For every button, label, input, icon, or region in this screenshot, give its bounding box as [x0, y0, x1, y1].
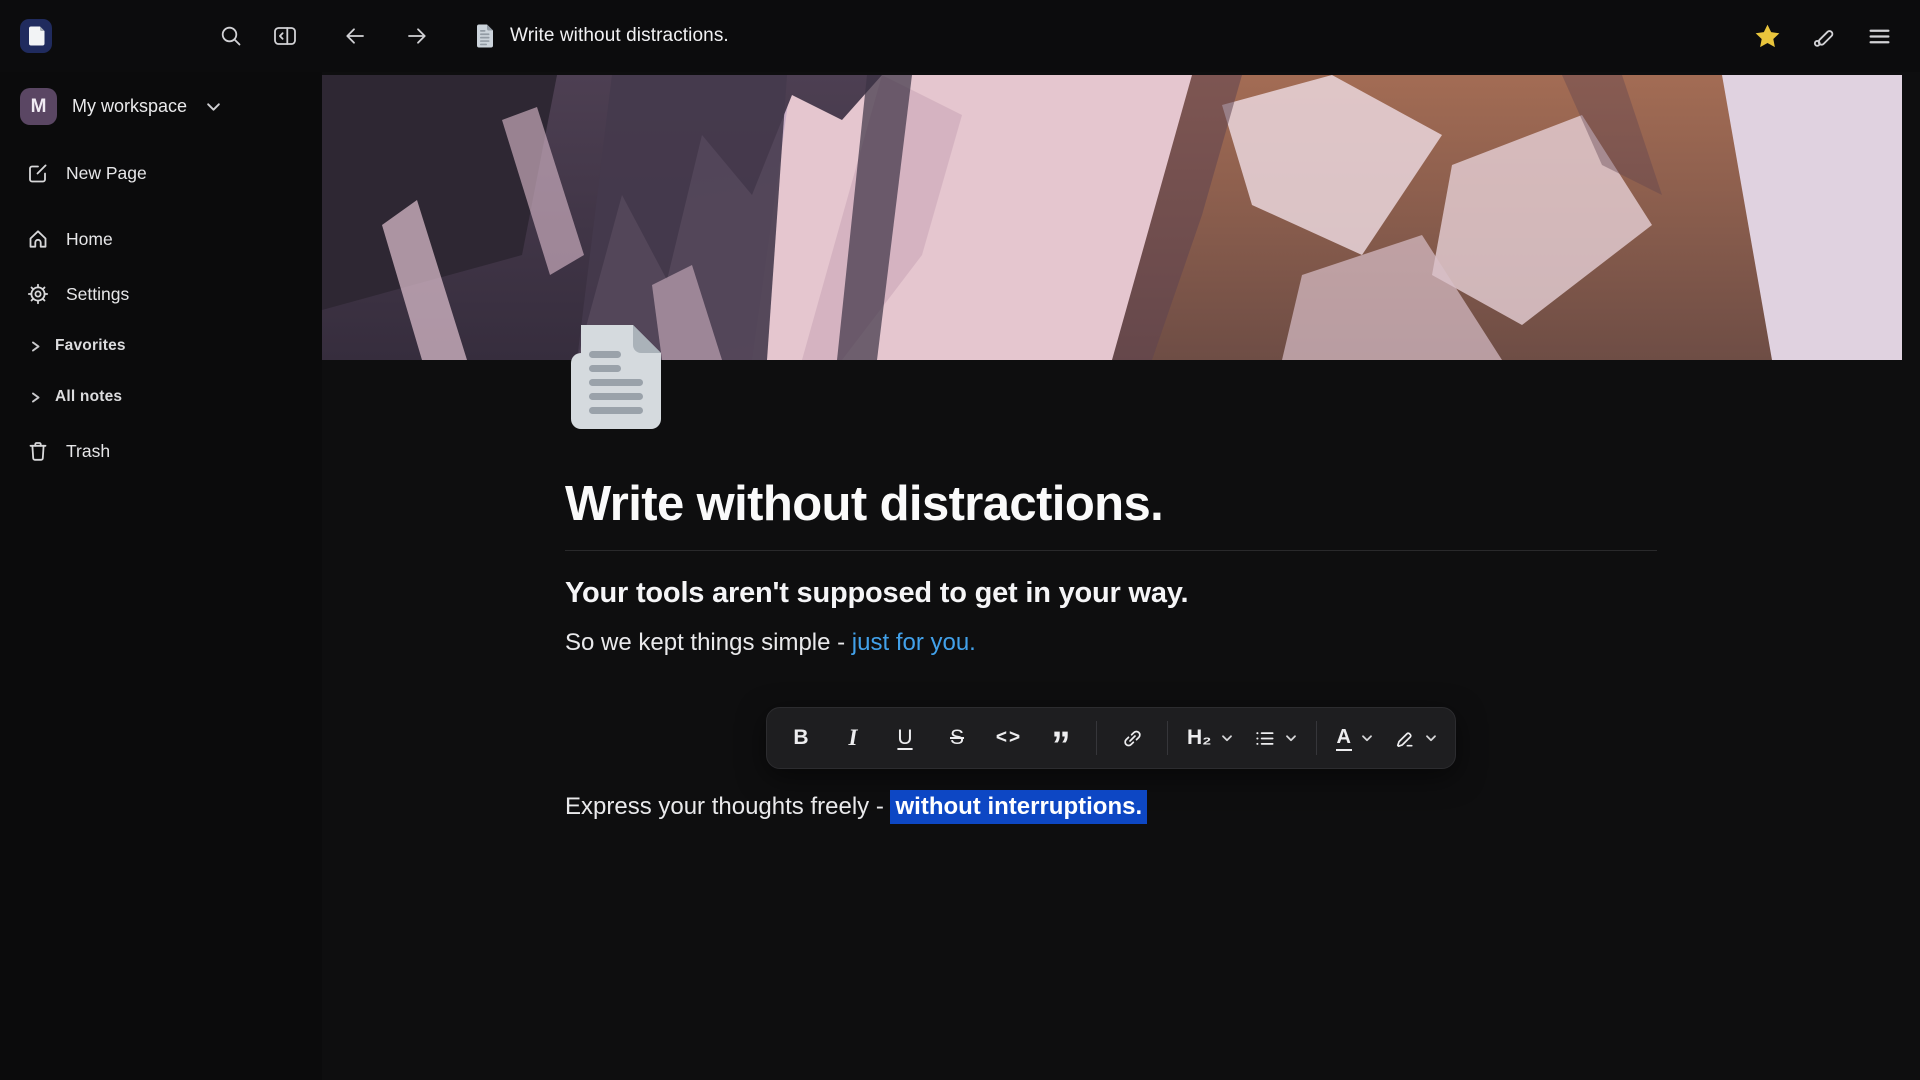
link-button[interactable]: [1108, 716, 1156, 760]
topbar-title: Write without distractions.: [510, 25, 729, 47]
sidebar-section-label: All notes: [55, 388, 122, 406]
back-button[interactable]: [336, 17, 374, 55]
strikethrough-label: S: [950, 726, 964, 750]
workspace-avatar: M: [20, 88, 57, 125]
forward-button[interactable]: [398, 17, 436, 55]
page-paragraph[interactable]: So we kept things simple - just for you.: [565, 629, 1657, 657]
blockquote-button[interactable]: ”: [1037, 716, 1085, 760]
heading-label: H₂: [1187, 726, 1212, 750]
app-logo-page-icon: [28, 26, 45, 46]
list-dropdown[interactable]: [1245, 716, 1305, 760]
sidebar-item-home[interactable]: Home: [0, 217, 322, 261]
mountain-cover-art: [322, 75, 1902, 360]
formatting-toolbar: B I U S <> ” H₂: [766, 707, 1456, 769]
text-color-label: A: [1336, 726, 1352, 751]
favorite-button[interactable]: [1748, 17, 1786, 55]
star-icon: [1754, 23, 1781, 49]
toolbar-separator: [1167, 721, 1168, 755]
topbar: Write without distractions.: [0, 0, 1920, 72]
chevron-right-icon: [29, 340, 42, 353]
italic-button[interactable]: I: [829, 716, 877, 760]
sidebar: M My workspace New Page Home: [0, 72, 322, 1080]
highlight-dropdown[interactable]: [1385, 716, 1445, 760]
strikethrough-button[interactable]: S: [933, 716, 981, 760]
paragraph-text: So we kept things simple -: [565, 629, 852, 656]
body-text: Express your thoughts freely -: [565, 793, 890, 820]
sidebar-item-label: Home: [66, 229, 113, 250]
heading-dropdown[interactable]: H₂: [1179, 716, 1241, 760]
topbar-left-icons: [212, 17, 304, 55]
sidebar-item-label: Trash: [66, 441, 110, 462]
cover-image: [322, 75, 1902, 360]
sidebar-item-settings[interactable]: Settings: [0, 272, 322, 316]
trash-icon: [27, 440, 49, 462]
arrow-right-icon: [404, 23, 430, 49]
document-body: Write without distractions. Your tools a…: [565, 360, 1657, 821]
pen-icon: [1811, 24, 1836, 49]
gear-icon: [27, 283, 49, 305]
quote-icon: ”: [1052, 741, 1071, 751]
body-line[interactable]: Express your thoughts freely - without i…: [565, 793, 1657, 821]
bullet-list-icon: [1253, 727, 1276, 750]
menu-button[interactable]: [1860, 17, 1898, 55]
bold-button[interactable]: B: [777, 716, 825, 760]
italic-label: I: [849, 725, 858, 751]
underline-label: U: [897, 726, 912, 750]
chevron-down-icon: [1221, 734, 1233, 743]
page-title[interactable]: Write without distractions.: [565, 476, 1657, 532]
chevron-down-icon: [1285, 734, 1297, 743]
bold-label: B: [793, 726, 808, 750]
toolbar-separator: [1096, 721, 1097, 755]
search-button[interactable]: [212, 17, 250, 55]
edit-mode-button[interactable]: [1804, 17, 1842, 55]
workspace-name: My workspace: [72, 96, 187, 117]
document-icon: [474, 23, 496, 49]
underline-button[interactable]: U: [881, 716, 929, 760]
sidebar-section-label: Favorites: [55, 337, 126, 355]
nav-arrows: [336, 17, 436, 55]
hamburger-menu-icon: [1867, 24, 1892, 49]
highlighter-icon: [1393, 727, 1416, 750]
home-icon: [27, 228, 49, 250]
page-heading[interactable]: Your tools aren't supposed to get in you…: [565, 577, 1657, 610]
inline-link[interactable]: just for you.: [852, 629, 976, 656]
sidebar-collapse-icon: [273, 24, 297, 48]
chevron-right-icon: [29, 391, 42, 404]
page-icon[interactable]: [571, 325, 661, 429]
editor-area: Write without distractions. Your tools a…: [322, 72, 1920, 1080]
sidebar-toggle-button[interactable]: [266, 17, 304, 55]
chevron-down-icon: [1425, 734, 1437, 743]
workspace-switcher[interactable]: M My workspace: [0, 78, 322, 135]
arrow-left-icon: [342, 23, 368, 49]
chevron-down-icon: [206, 102, 221, 112]
text-color-dropdown[interactable]: A: [1328, 716, 1381, 760]
topbar-right-icons: [1748, 17, 1898, 55]
sidebar-section-all-notes[interactable]: All notes: [0, 378, 322, 416]
divider: [565, 550, 1657, 551]
code-button[interactable]: <>: [985, 716, 1033, 760]
topbar-document[interactable]: Write without distractions.: [474, 23, 729, 49]
sidebar-item-trash[interactable]: Trash: [0, 429, 322, 473]
chevron-down-icon: [1361, 734, 1373, 743]
selected-text[interactable]: without interruptions.: [890, 790, 1147, 824]
sidebar-item-label: Settings: [66, 284, 129, 305]
app-logo[interactable]: [20, 19, 52, 53]
search-icon: [219, 24, 243, 48]
code-label: <>: [996, 727, 1022, 749]
sidebar-section-favorites[interactable]: Favorites: [0, 327, 322, 365]
sidebar-item-new-page[interactable]: New Page: [0, 151, 322, 195]
link-icon: [1121, 727, 1144, 750]
toolbar-separator: [1316, 721, 1317, 755]
new-page-icon: [27, 162, 49, 184]
sidebar-item-label: New Page: [66, 163, 147, 184]
topbar-left: [0, 0, 322, 72]
